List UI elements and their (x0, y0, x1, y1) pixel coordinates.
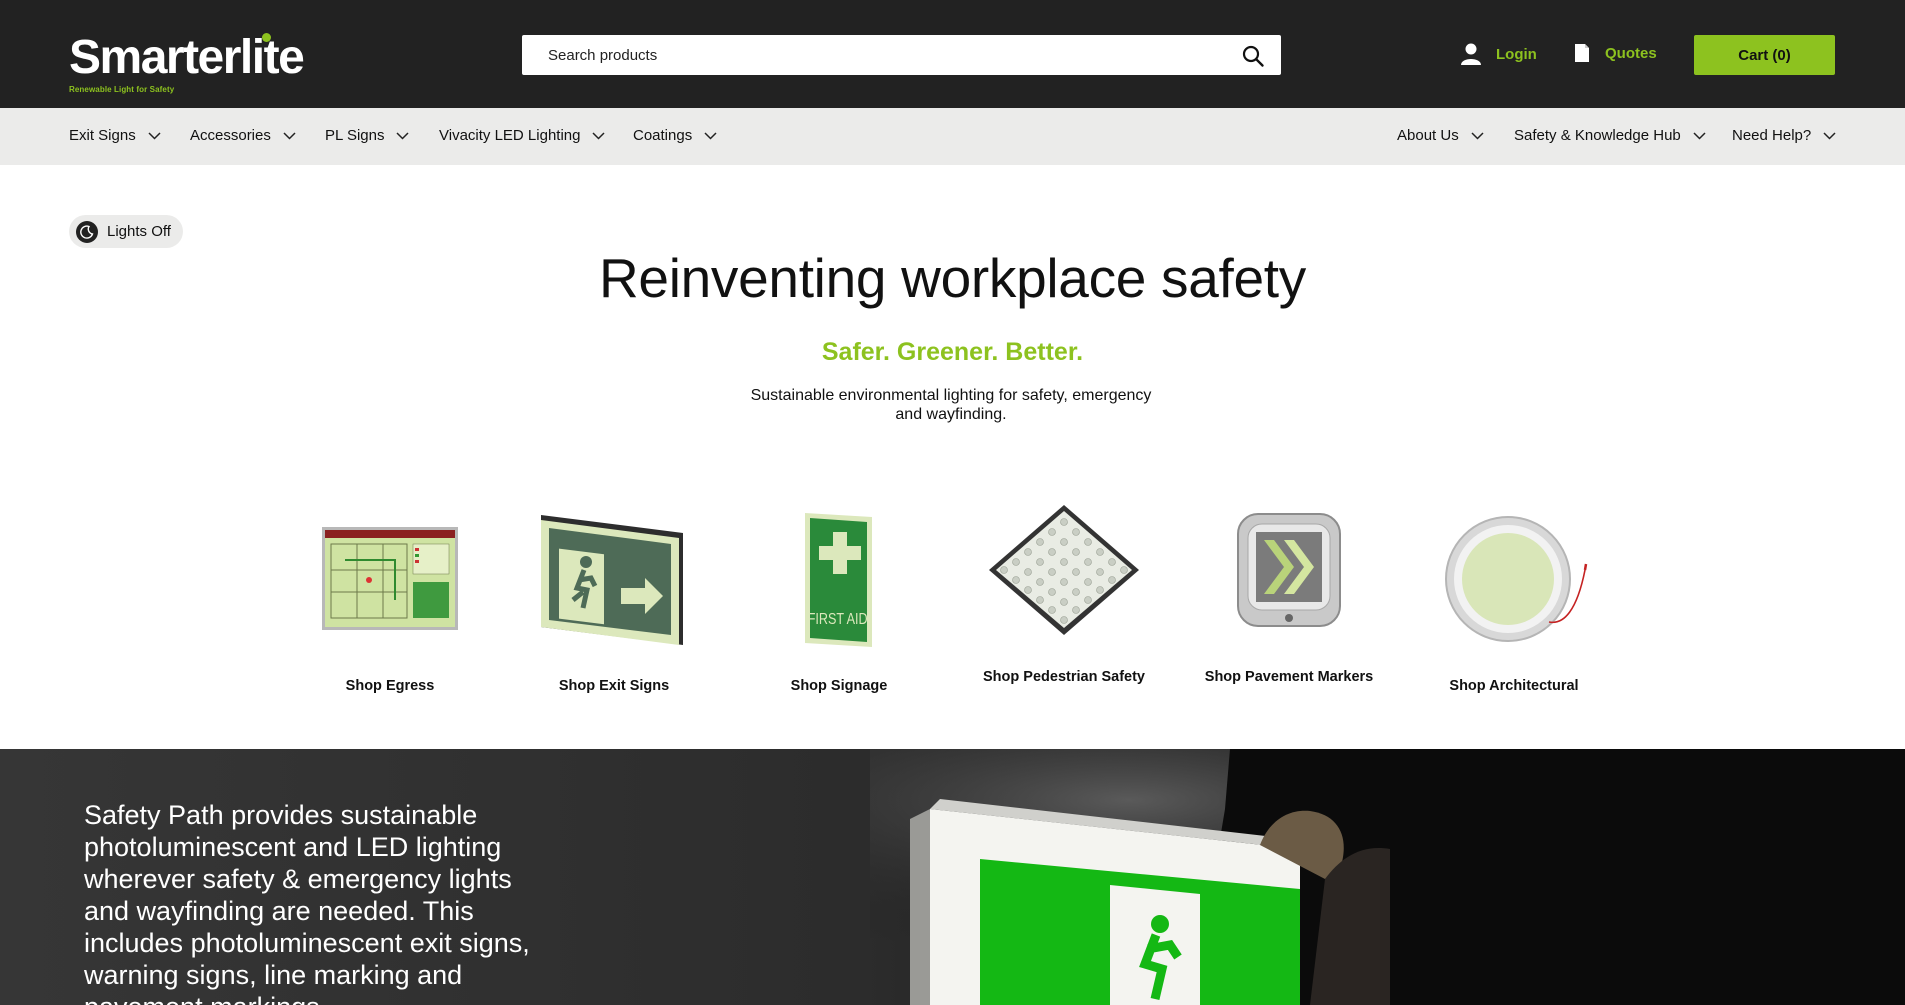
document-icon (1573, 42, 1591, 64)
nav-item-exit-signs[interactable]: Exit Signs (69, 127, 161, 144)
exit-sign-photo (870, 749, 1905, 1005)
lights-off-label: Lights Off (107, 223, 171, 240)
nav-label: Need Help? (1732, 127, 1812, 144)
safety-path-banner: Safety Path provides sustainable photolu… (0, 749, 1905, 1005)
category-shop-pavement-markers[interactable]: Shop Pavement Markers (1204, 500, 1374, 685)
pedestrian-panel-image (979, 500, 1149, 650)
chevron-down-icon (396, 131, 410, 140)
nav-label: Coatings (633, 127, 693, 144)
nav-label: Safety & Knowledge Hub (1514, 127, 1681, 144)
chevron-down-icon (704, 131, 717, 140)
nav-label: Vivacity LED Lighting (439, 127, 581, 144)
search-bar (522, 35, 1281, 75)
first-aid-text: FIRST AID (808, 611, 868, 629)
nav-item-accessories[interactable]: Accessories (190, 127, 296, 144)
exit-sign-image (529, 500, 699, 650)
chevron-down-icon (1471, 131, 1484, 140)
hero-description: Sustainable environmental lighting for s… (750, 387, 1152, 423)
pavement-marker-image (1204, 500, 1374, 650)
category-label: Shop Pedestrian Safety (983, 669, 1145, 685)
nav-label: Accessories (190, 127, 271, 144)
moon-icon (76, 220, 98, 243)
logo-dot (262, 33, 271, 42)
category-shop-exit-signs[interactable]: Shop Exit Signs (529, 500, 699, 694)
hero-title: Reinventing workplace safety (599, 247, 1306, 309)
category-shop-signage[interactable]: FIRST AID Shop Signage (754, 500, 924, 694)
category-label: Shop Signage (790, 678, 888, 694)
logo-tagline: Renewable Light for Safety (69, 85, 175, 94)
quotes-label: Quotes (1605, 44, 1657, 62)
category-shop-architectural[interactable]: Shop Architectural (1429, 500, 1599, 694)
nav-item-about-us[interactable]: About Us (1397, 127, 1484, 144)
quotes-link[interactable]: Quotes (1573, 42, 1657, 64)
chevron-down-icon (283, 131, 296, 140)
category-label: Shop Architectural (1449, 678, 1579, 694)
nav-item-need-help[interactable]: Need Help? (1732, 127, 1836, 144)
architectural-light-image (1429, 500, 1599, 650)
nav-label: PL Signs (325, 127, 385, 144)
category-shop-pedestrian-safety[interactable]: Shop Pedestrian Safety (979, 500, 1149, 685)
login-link[interactable]: Login (1460, 42, 1537, 66)
nav-label: Exit Signs (69, 127, 136, 144)
category-label: Shop Pavement Markers (1204, 669, 1374, 685)
nav-item-pl-signs[interactable]: PL Signs (325, 127, 410, 144)
chevron-down-icon (1823, 131, 1836, 140)
category-label: Shop Egress (345, 678, 435, 694)
first-aid-sign-image: FIRST AID (754, 500, 924, 650)
chevron-down-icon (148, 131, 161, 140)
search-icon[interactable] (1241, 44, 1265, 68)
nav-item-vivacity-led-lighting[interactable]: Vivacity LED Lighting (439, 127, 605, 144)
cart-button[interactable]: Cart (0) (1694, 35, 1835, 75)
user-icon (1460, 42, 1482, 66)
nav-item-coatings[interactable]: Coatings (633, 127, 717, 144)
search-input[interactable] (522, 35, 1248, 75)
hero-subtitle: Safer. Greener. Better. (821, 338, 1084, 366)
category-shop-egress[interactable]: Shop Egress (305, 500, 475, 694)
nav-item-safety-knowledge-hub[interactable]: Safety & Knowledge Hub (1514, 127, 1706, 144)
chevron-down-icon (592, 131, 605, 140)
lights-off-toggle[interactable]: Lights Off (69, 215, 183, 248)
login-label: Login (1496, 45, 1537, 63)
egress-map-image (305, 500, 475, 650)
main-nav: Exit Signs Accessories PL Signs Vivacity… (0, 108, 1905, 165)
nav-label: About Us (1397, 127, 1459, 144)
chevron-down-icon (1693, 131, 1706, 140)
logo[interactable]: Smarterlite Renewable Light for Safety (69, 33, 305, 94)
top-header: Smarterlite Renewable Light for Safety L… (0, 0, 1905, 108)
banner-text: Safety Path provides sustainable photolu… (84, 800, 530, 1005)
category-label: Shop Exit Signs (558, 678, 670, 694)
